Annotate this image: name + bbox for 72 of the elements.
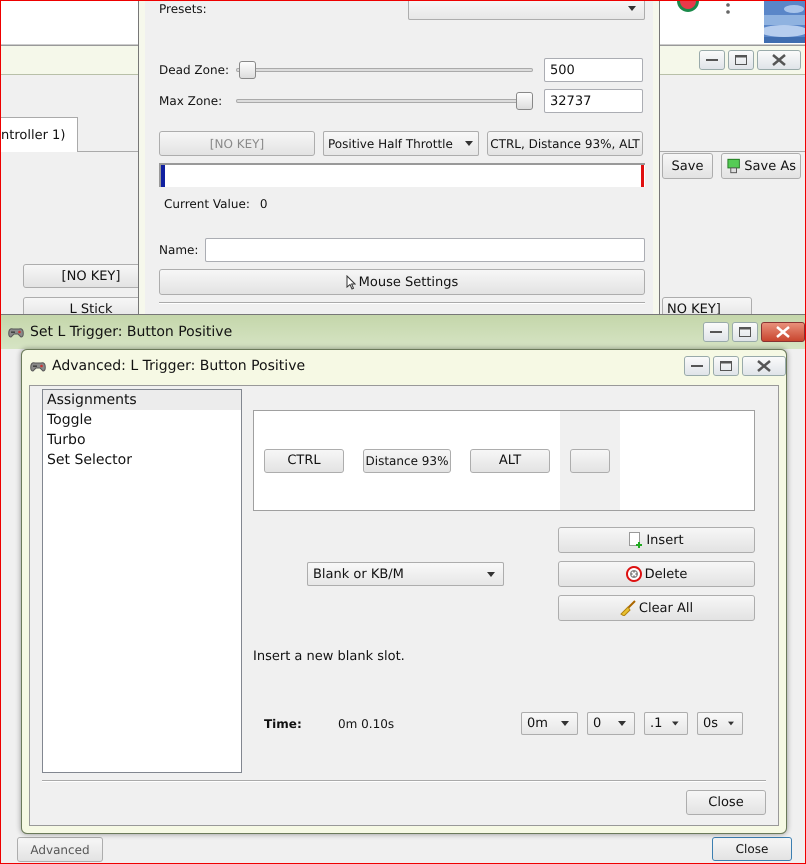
save-button[interactable]: Save <box>662 153 713 179</box>
minimize-button[interactable] <box>684 356 710 376</box>
dialog-title: Advanced: L Trigger: Button Positive <box>52 358 306 374</box>
maximize-button[interactable] <box>728 50 754 70</box>
time-dropdown[interactable]: 0m <box>521 712 578 735</box>
caret-icon <box>728 721 734 726</box>
caret-icon <box>672 721 679 726</box>
tab[interactable]: ntroller 1) <box>1 117 78 152</box>
minimize-icon <box>710 330 722 334</box>
delete-button[interactable]: Delete <box>558 561 755 587</box>
slider-track[interactable] <box>236 61 533 79</box>
section-item[interactable]: Toggle <box>43 410 241 430</box>
close-icon <box>757 360 771 372</box>
maximize-icon <box>735 55 747 65</box>
time-dropdown[interactable]: 0 <box>587 712 635 735</box>
time-label: Time: <box>264 716 303 730</box>
maximize-button[interactable] <box>732 322 758 342</box>
broom-icon <box>620 600 636 616</box>
close-icon <box>776 326 790 338</box>
advanced-button[interactable]: Advanced <box>17 837 103 862</box>
zone-field[interactable]: 500 <box>544 58 643 82</box>
close-button[interactable] <box>757 50 801 70</box>
mouse-settings-button[interactable]: Mouse Settings <box>159 269 645 295</box>
caret-icon <box>628 6 636 11</box>
current-value-label: Current Value: <box>164 197 250 211</box>
name-label: Name: <box>159 243 198 257</box>
close-button[interactable] <box>742 356 786 376</box>
section-item[interactable]: Set Selector <box>43 450 241 470</box>
slider-thumb[interactable] <box>238 61 256 79</box>
throttle-dropdown[interactable]: Positive Half Throttle <box>323 131 479 156</box>
info-text: Insert a new blank slot. <box>253 649 406 665</box>
slot-button[interactable]: Distance 93% <box>363 448 451 472</box>
zone-field[interactable]: 32737 <box>544 89 643 113</box>
slider-track[interactable] <box>236 92 533 110</box>
clear-button[interactable]: Clear All <box>558 595 755 621</box>
time-value: 0m 0.10s <box>338 716 394 730</box>
current-value: 0 <box>260 197 268 211</box>
caret-icon <box>487 572 495 576</box>
save-as-button[interactable]: Save As <box>721 153 801 179</box>
presets-label: Presets: <box>159 2 207 16</box>
maximize-icon <box>720 360 732 370</box>
slot-type-dropdown[interactable]: Blank or KB/M <box>307 562 504 586</box>
zone-label: Max Zone: <box>159 94 224 108</box>
minimize-icon <box>691 364 703 368</box>
section-item[interactable]: Assignments <box>43 390 241 410</box>
slot-button[interactable]: ALT <box>470 448 550 472</box>
maximize-button[interactable] <box>713 356 739 376</box>
save-icon <box>726 158 742 174</box>
time-dropdown[interactable]: .1 <box>644 712 688 735</box>
window-title: Set L Trigger: Button Positive <box>30 324 234 340</box>
caret-icon <box>618 721 626 726</box>
time-dropdown[interactable]: 0s <box>697 712 743 735</box>
close-button[interactable] <box>761 322 805 342</box>
cursor-icon <box>346 274 356 290</box>
caret-icon <box>465 141 473 146</box>
insert-button[interactable]: Insert <box>558 527 755 553</box>
caret-icon <box>561 721 569 726</box>
slot-button[interactable]: CTRL <box>264 448 344 472</box>
assignment-button[interactable]: CTRL, Distance 93%, ALT <box>487 131 643 156</box>
slider-thumb[interactable] <box>516 92 533 110</box>
close-icon <box>772 54 786 66</box>
minimize-icon <box>706 58 718 62</box>
zone-label: Dead Zone: <box>159 63 230 77</box>
maximize-icon <box>739 327 751 337</box>
close-button[interactable]: Close <box>712 837 792 861</box>
new-page-icon <box>629 532 644 548</box>
name-field[interactable] <box>205 238 645 262</box>
minimize-button[interactable] <box>703 322 729 342</box>
minimize-button[interactable] <box>699 50 725 70</box>
delete-icon <box>626 566 642 582</box>
section-item[interactable]: Turbo <box>43 430 241 450</box>
close-button[interactable]: Close <box>686 790 766 815</box>
